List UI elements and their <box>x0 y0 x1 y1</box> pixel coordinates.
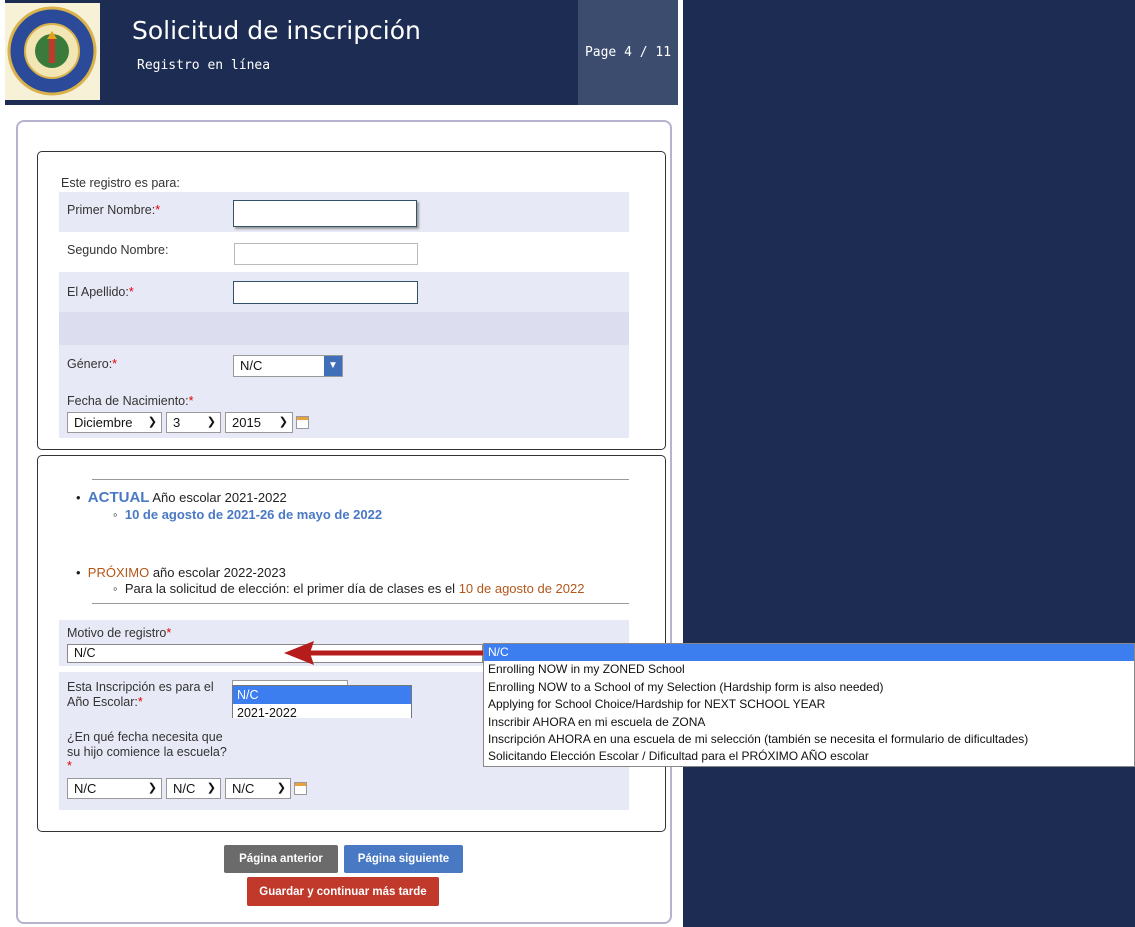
required-mark: * <box>67 759 72 773</box>
calendar-icon[interactable] <box>296 416 309 429</box>
divider <box>92 479 629 480</box>
chevron-down-icon: ❯ <box>278 416 288 428</box>
dob-month-select[interactable]: Diciembre ❯ <box>67 412 162 433</box>
reason-label-text: Motivo de registro <box>67 626 167 640</box>
year-label-line1: Esta Inscripción es para el <box>67 680 214 694</box>
start-day-select[interactable]: N/C ❯ <box>166 778 221 799</box>
required-mark: * <box>137 695 143 709</box>
current-year-dates-text: 10 de agosto de 2021-26 de mayo de 2022 <box>124 507 383 522</box>
dob-year-value: 2015 <box>232 415 261 430</box>
last-name-label: El Apellido:* <box>67 285 134 299</box>
reason-dropdown-list: N/C Enrolling NOW in my ZONED School Enr… <box>483 643 1135 767</box>
chevron-down-icon: ❯ <box>206 782 216 794</box>
next-year-text: año escolar 2022-2023 <box>152 565 286 580</box>
chevron-down-icon: ❯ <box>147 782 157 794</box>
chevron-down-icon: ❯ <box>276 782 286 794</box>
intro-text: Este registro es para: <box>61 176 180 190</box>
page-title: Solicitud de inscripción <box>132 16 421 45</box>
page-indicator-text: Page 4 / 11 <box>584 45 672 60</box>
first-name-label: Primer Nombre:* <box>67 203 160 217</box>
start-label-line1: ¿En qué fecha necesita que <box>67 730 223 744</box>
current-year-dates: ◦ 10 de agosto de 2021-26 de mayo de 202… <box>113 507 383 522</box>
middle-name-label: Segundo Nombre: <box>67 243 169 257</box>
middle-name-input[interactable] <box>234 243 418 265</box>
reason-option[interactable]: Solicitando Elección Escolar / Dificulta… <box>484 748 1134 765</box>
dob-day-select[interactable]: 3 ❯ <box>166 412 221 433</box>
required-mark: * <box>166 626 172 640</box>
page-subtitle: Registro en línea <box>137 58 271 73</box>
gender-label: Género:* <box>67 357 117 371</box>
next-year-note: ◦ Para la solicitud de elección: el prim… <box>113 581 585 596</box>
required-mark: * <box>128 285 134 299</box>
start-label-line2: su hijo comience la escuela? <box>67 745 227 759</box>
last-name-input[interactable] <box>233 281 418 304</box>
current-year-text: Año escolar 2021-2022 <box>152 490 287 505</box>
year-label-text: Año Escolar: <box>67 695 138 709</box>
dob-label: Fecha de Nacimiento:* <box>67 394 193 408</box>
start-day-value: N/C <box>173 781 196 796</box>
gender-label-text: Género: <box>67 357 113 371</box>
current-year-item: • ACTUAL Año escolar 2021-2022 <box>76 489 287 506</box>
save-continue-later-button[interactable]: Guardar y continuar más tarde <box>247 877 439 906</box>
next-year-item: • PRÓXIMO año escolar 2022-2023 <box>76 565 286 580</box>
calendar-icon[interactable] <box>294 782 307 795</box>
required-mark: * <box>112 357 118 371</box>
arrow-icon <box>284 641 484 665</box>
reason-option[interactable]: Enrolling NOW to a School of my Selectio… <box>484 679 1134 696</box>
chevron-down-icon: ❯ <box>206 416 216 428</box>
dob-label-text: Fecha de Nacimiento: <box>67 394 189 408</box>
next-year-date: 10 de agosto de 2022 <box>458 581 585 596</box>
next-year-note-text: Para la solicitud de elección: el primer… <box>124 581 456 596</box>
next-page-button[interactable]: Página siguiente <box>344 845 463 873</box>
previous-page-button[interactable]: Página anterior <box>224 845 338 873</box>
reason-option[interactable]: N/C <box>484 644 1134 662</box>
chevron-down-icon: ❯ <box>147 416 157 428</box>
dob-year-select[interactable]: 2015 ❯ <box>225 412 293 433</box>
gender-select[interactable]: N/C ▼ <box>233 355 343 377</box>
reason-label: Motivo de registro* <box>67 626 171 640</box>
dob-month-value: Diciembre <box>74 415 133 430</box>
year-label-line2: Año Escolar:* <box>67 695 143 709</box>
background-panel <box>683 0 1135 927</box>
gender-value: N/C <box>240 358 263 373</box>
start-month-value: N/C <box>74 781 97 796</box>
required-mark: * <box>188 394 194 408</box>
reason-option[interactable]: Enrolling NOW in my ZONED School <box>484 661 1134 678</box>
required-mark: * <box>155 203 161 217</box>
reason-value: N/C <box>74 646 96 660</box>
reason-option[interactable]: Inscripción AHORA en una escuela de mi s… <box>484 731 1134 748</box>
year-option[interactable]: N/C <box>233 686 411 704</box>
empty-row <box>59 312 629 345</box>
reason-option[interactable]: Applying for School Choice/Hardship for … <box>484 696 1134 713</box>
district-logo <box>5 3 100 100</box>
gender-row <box>59 345 629 385</box>
start-year-select[interactable]: N/C ❯ <box>225 778 291 799</box>
first-name-label-text: Primer Nombre: <box>67 203 156 217</box>
reason-option[interactable]: Inscribir AHORA en mi escuela de ZONA <box>484 714 1134 731</box>
next-year-word: PRÓXIMO <box>87 565 150 580</box>
dob-day-value: 3 <box>173 415 181 430</box>
page-indicator: Page 4 / 11 <box>578 0 678 105</box>
dropdown-arrow-icon: ▼ <box>324 356 342 376</box>
divider <box>92 603 629 604</box>
start-year-value: N/C <box>232 781 255 796</box>
start-month-select[interactable]: N/C ❯ <box>67 778 162 799</box>
current-year-word: ACTUAL <box>87 489 150 506</box>
last-name-label-text: El Apellido: <box>67 285 129 299</box>
first-name-input[interactable] <box>233 200 417 227</box>
